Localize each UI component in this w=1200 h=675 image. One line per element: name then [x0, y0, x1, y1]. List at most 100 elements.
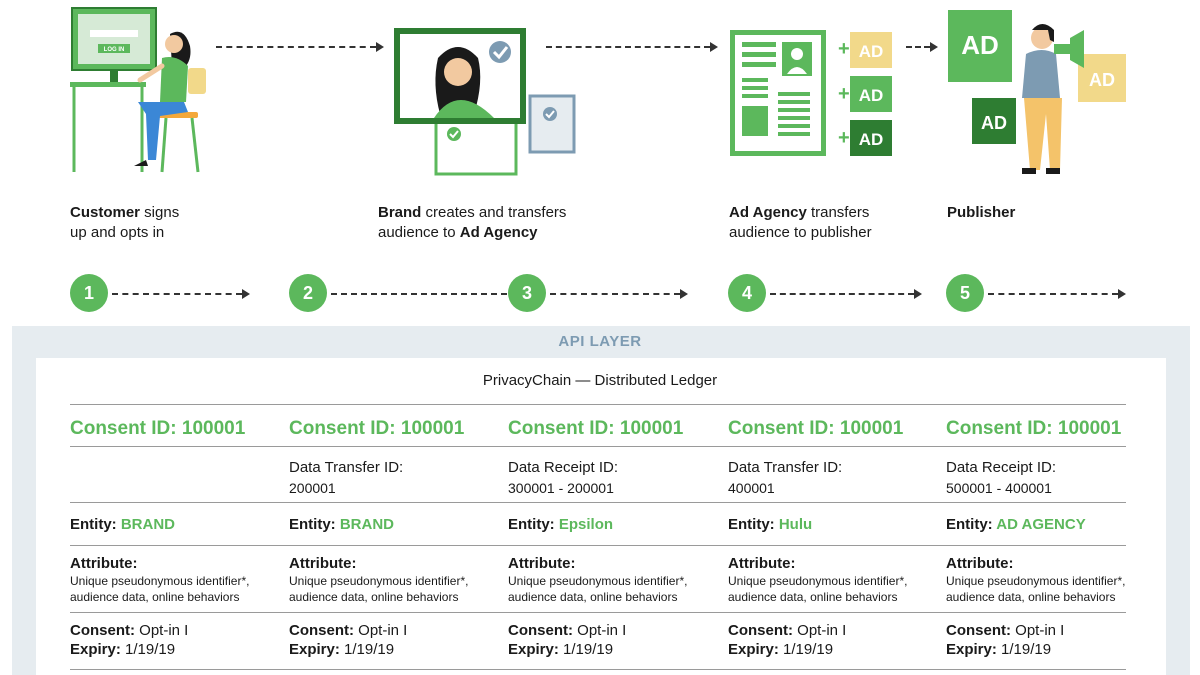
caption-text: creates and transfers [421, 204, 567, 221]
flow-arrow [216, 46, 376, 48]
step-arrow [112, 293, 242, 295]
entity-value: Hulu [778, 516, 813, 533]
caption-text: audience to publisher [729, 224, 872, 241]
attribute-value: Unique pseudonymous identifier*, audienc… [728, 574, 908, 604]
entity-row: Entity: BRAND [289, 516, 394, 534]
entity-row: Entity: BRAND [70, 516, 175, 534]
consent-id: Consent ID: 100001 [508, 418, 684, 439]
arrowhead [376, 42, 384, 52]
caption-text: audience to [378, 224, 460, 241]
expiry-label: Expiry: [946, 641, 997, 658]
login-button-text: LOG IN [104, 47, 125, 53]
consent-id: Consent ID: 100001 [289, 418, 465, 439]
ledger-title: PrivacyChain — Distributed Ledger [482, 372, 718, 389]
arrowhead [1118, 289, 1126, 299]
expiry-label: Expiry: [728, 641, 779, 658]
ad-label: AD [981, 113, 1007, 133]
consent-label: Consent: [946, 622, 1011, 639]
expiry-row: Expiry: 1/19/19 [508, 641, 613, 659]
divider [70, 502, 1126, 503]
arrowhead [930, 42, 938, 52]
transfer-value: 400001 [728, 480, 775, 496]
consent-label: Consent: [70, 622, 135, 639]
expiry-label: Expiry: [508, 641, 559, 658]
consent-id: Consent ID: 100001 [946, 418, 1122, 439]
consent-label: Consent: [289, 622, 354, 639]
step-2-badge: 2 [289, 274, 327, 312]
expiry-value: 1/19/19 [996, 641, 1052, 658]
api-layer-label: API LAYER [558, 333, 642, 350]
entity-value: BRAND [120, 516, 176, 533]
attribute-value: Unique pseudonymous identifier*, audienc… [289, 574, 469, 604]
caption-text: signs [140, 204, 180, 221]
arrowhead [242, 289, 250, 299]
expiry-value: 1/19/19 [120, 641, 176, 658]
step-3-badge: 3 [508, 274, 546, 312]
expiry-row: Expiry: 1/19/19 [728, 641, 833, 659]
consent-value: Opt-in I [573, 622, 627, 639]
entity-value: BRAND [339, 516, 395, 533]
svg-text:+: + [838, 38, 850, 60]
step-5-badge: 5 [946, 274, 984, 312]
caption-bold: Customer [70, 204, 141, 221]
caption-bold: Ad Agency [729, 204, 807, 221]
entity-label: Entity: [289, 516, 340, 533]
attribute-label: Attribute: [728, 555, 796, 572]
expiry-row: Expiry: 1/19/19 [70, 641, 175, 659]
divider [70, 545, 1126, 546]
flow-arrow [546, 46, 710, 48]
attribute-label: Attribute: [70, 555, 138, 572]
expiry-value: 1/19/19 [339, 641, 395, 658]
attribute-label: Attribute: [508, 555, 576, 572]
caption-customer: Customer signs up and opts in [70, 203, 179, 243]
divider [70, 446, 1126, 447]
ad-label: AD [961, 30, 999, 60]
attribute-value: Unique pseudonymous identifier*, audienc… [70, 574, 250, 604]
consent-value: Opt-in I [354, 622, 408, 639]
arrowhead [710, 42, 718, 52]
caption-bold: Publisher [947, 204, 1016, 221]
brand-profile-check-icon [394, 28, 576, 176]
arrowhead [914, 289, 922, 299]
svg-text:+: + [838, 127, 850, 149]
expiry-label: Expiry: [289, 641, 340, 658]
expiry-label: Expiry: [70, 641, 121, 658]
consent-value: Opt-in I [793, 622, 847, 639]
ad-label: AD [859, 86, 884, 105]
consent-label: Consent: [508, 622, 573, 639]
entity-label: Entity: [508, 516, 559, 533]
step-arrow [550, 293, 680, 295]
entity-label: Entity: [70, 516, 121, 533]
consent-row: Consent: Opt-in I [946, 622, 1064, 640]
consent-id: Consent ID: 100001 [70, 418, 246, 439]
consent-value: Opt-in I [135, 622, 189, 639]
step-4-badge: 4 [728, 274, 766, 312]
entity-row: Entity: Epsilon [508, 516, 613, 534]
consent-row: Consent: Opt-in I [728, 622, 846, 640]
consent-row: Consent: Opt-in I [289, 622, 407, 640]
entity-label: Entity: [728, 516, 779, 533]
attribute-value: Unique pseudonymous identifier*, audienc… [508, 574, 688, 604]
ad-agency-document-icon: + + + AD AD AD [730, 30, 892, 156]
ad-label: AD [859, 130, 884, 149]
caption-ad-agency: Ad Agency transfers audience to publishe… [729, 203, 872, 243]
consent-row: Consent: Opt-in I [70, 622, 188, 640]
svg-text:+: + [838, 83, 850, 105]
caption-text: up and opts in [70, 224, 165, 241]
divider [70, 669, 1126, 670]
caption-text: transfers [806, 204, 870, 221]
receipt-label: Data Receipt ID: [508, 459, 619, 476]
transfer-label: Data Transfer ID: [728, 459, 843, 476]
attribute-label: Attribute: [946, 555, 1014, 572]
receipt-value: 500001 - 400001 [946, 480, 1052, 496]
expiry-row: Expiry: 1/19/19 [946, 641, 1051, 659]
step-arrow [331, 293, 507, 295]
arrowhead [680, 289, 688, 299]
publisher-megaphone-icon: AD AD AD [948, 10, 1126, 174]
step-arrow [988, 293, 1118, 295]
caption-bold: Brand [378, 204, 422, 221]
receipt-value: 300001 - 200001 [508, 480, 614, 496]
consent-value: Opt-in I [1011, 622, 1065, 639]
transfer-value: 200001 [289, 480, 336, 496]
receipt-label: Data Receipt ID: [946, 459, 1057, 476]
